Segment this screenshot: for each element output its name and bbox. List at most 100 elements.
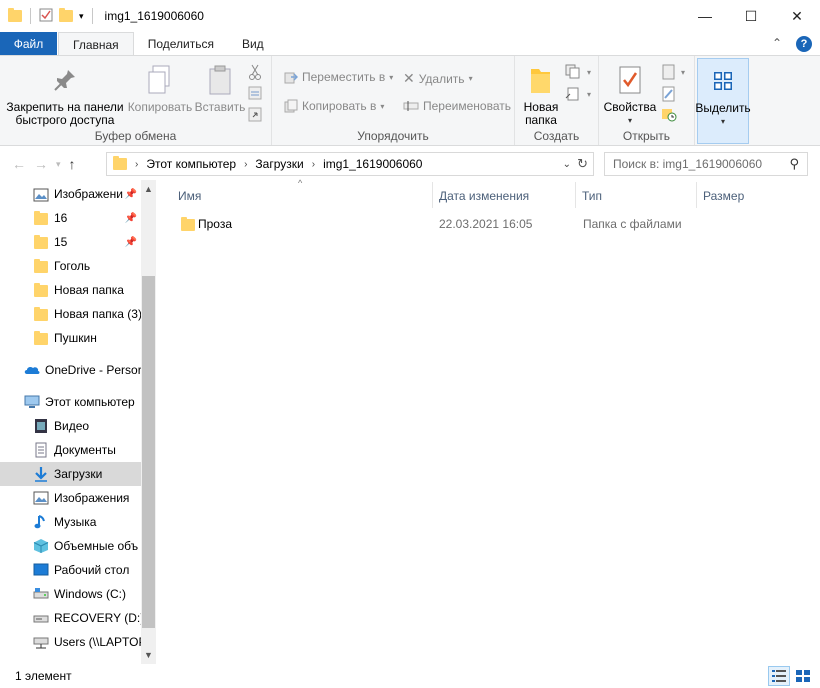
- nav-item-16[interactable]: 16 📌: [0, 206, 141, 230]
- dropdown-arrow-icon: ▾: [468, 74, 473, 83]
- nav-item-pictures[interactable]: Изображения: [0, 486, 141, 510]
- pinned-icon: 📌: [124, 188, 137, 200]
- folder-icon: [34, 235, 48, 249]
- nav-item-3d-objects[interactable]: Объемные объ: [0, 534, 141, 558]
- nav-item-onedrive[interactable]: OneDrive - Persor: [0, 358, 141, 382]
- paste-button[interactable]: Вставить: [194, 64, 246, 114]
- close-button[interactable]: ✕: [774, 0, 820, 32]
- folder-icon: [113, 156, 127, 170]
- nav-item-music[interactable]: Музыка: [0, 510, 141, 534]
- minimize-button[interactable]: —: [682, 0, 728, 32]
- nav-item-pictures-quick[interactable]: Изображени 📌: [0, 182, 141, 206]
- pin-to-quick-access-button[interactable]: Закрепить на панели быстрого доступа: [6, 64, 124, 127]
- copy-to-button[interactable]: Копировать в ▾: [284, 99, 384, 113]
- customize-quick-access-icon[interactable]: ▾: [79, 11, 84, 22]
- column-date[interactable]: Дата изменения: [427, 182, 570, 210]
- move-to-button[interactable]: Переместить в ▾: [284, 70, 393, 84]
- new-item-icon[interactable]: ▾: [565, 64, 591, 80]
- properties-button[interactable]: Свойства ▾: [603, 64, 657, 127]
- search-placeholder: Поиск в: img1_1619006060: [613, 157, 763, 171]
- folder-icon: [34, 283, 48, 297]
- collapse-ribbon-icon[interactable]: ⌃: [772, 36, 782, 52]
- edit-icon[interactable]: [661, 86, 677, 102]
- nav-item-label: Изображени: [54, 187, 123, 201]
- title-bar: ▾ img1_1619006060 — ☐ ✕: [0, 0, 820, 32]
- nav-item-label: Документы: [54, 443, 116, 457]
- nav-item-desktop[interactable]: Рабочий стол: [0, 558, 141, 582]
- select-group: Выделить ▾: [695, 56, 751, 145]
- forward-arrow-icon[interactable]: →: [34, 156, 48, 172]
- history-icon[interactable]: [661, 106, 677, 122]
- scroll-up-icon[interactable]: ▲: [141, 182, 156, 196]
- scroll-down-icon[interactable]: ▼: [141, 648, 156, 662]
- new-folder-button[interactable]: Новая папка: [521, 64, 561, 127]
- nav-item-pushkin[interactable]: Пушкин: [0, 326, 141, 350]
- breadcrumb-downloads[interactable]: Загрузки: [255, 157, 303, 171]
- tab-view[interactable]: Вид: [228, 32, 278, 56]
- copy-button[interactable]: Копировать: [126, 64, 194, 114]
- nav-item-new-folder[interactable]: Новая папка: [0, 278, 141, 302]
- 3d-objects-icon: [33, 539, 49, 553]
- nav-item-label: Новая папка (3): [54, 307, 141, 321]
- nav-item-this-pc[interactable]: Этот компьютер: [0, 390, 141, 414]
- nav-item-15[interactable]: 15 📌: [0, 230, 141, 254]
- nav-item-drive-d[interactable]: RECOVERY (D:): [0, 606, 141, 630]
- nav-item-video[interactable]: Видео: [0, 414, 141, 438]
- breadcrumb-current[interactable]: img1_1619006060: [323, 157, 422, 171]
- scroll-thumb[interactable]: [142, 276, 155, 628]
- move-to-label: Переместить в: [302, 70, 386, 84]
- tab-share[interactable]: Поделиться: [134, 32, 228, 56]
- tab-home[interactable]: Главная: [58, 32, 134, 56]
- nav-item-label: Новая папка: [54, 283, 124, 297]
- cut-icon[interactable]: [248, 64, 262, 80]
- search-input[interactable]: Поиск в: img1_1619006060 ⚲: [604, 152, 808, 176]
- new-folder-quick-icon[interactable]: [59, 8, 73, 22]
- address-bar[interactable]: › Этот компьютер › Загрузки › img1_16190…: [106, 152, 594, 176]
- recent-locations-icon[interactable]: ▾: [56, 159, 61, 170]
- chevron-right-icon[interactable]: ›: [312, 159, 315, 170]
- dropdown-arrow-icon: ▾: [587, 89, 592, 99]
- paste-icon: [204, 64, 236, 96]
- rename-button[interactable]: Переименовать: [403, 99, 511, 113]
- delete-button[interactable]: ✕ Удалить ▾: [403, 70, 473, 87]
- open-icon[interactable]: ▾: [661, 64, 685, 80]
- column-type[interactable]: Тип: [570, 182, 691, 210]
- paste-shortcut-icon[interactable]: [248, 106, 262, 122]
- nav-scrollbar[interactable]: ▲ ▼: [141, 180, 156, 664]
- easy-access-icon[interactable]: ▾: [565, 86, 591, 102]
- nav-item-documents[interactable]: Документы: [0, 438, 141, 462]
- refresh-icon[interactable]: ↻: [577, 156, 588, 172]
- table-row[interactable]: Проза 22.03.2021 16:05 Папка с файлами: [176, 213, 696, 235]
- back-arrow-icon[interactable]: ←: [12, 156, 26, 172]
- copy-icon: [144, 64, 176, 96]
- column-name[interactable]: Имя: [166, 182, 432, 210]
- nav-item-network-users[interactable]: Users (\\LAPTOP: [0, 630, 141, 654]
- nav-item-new-folder-3[interactable]: Новая папка (3): [0, 302, 141, 326]
- help-icon[interactable]: ?: [796, 36, 812, 52]
- large-icons-view-icon: [796, 670, 810, 682]
- nav-item-drive-c[interactable]: Windows (C:): [0, 582, 141, 606]
- nav-item-downloads[interactable]: Загрузки: [0, 462, 141, 486]
- file-name: Проза: [198, 217, 233, 231]
- chevron-right-icon[interactable]: ›: [135, 159, 138, 170]
- details-view-button[interactable]: [768, 666, 790, 686]
- column-size[interactable]: Размер: [691, 182, 791, 210]
- nav-item-label: RECOVERY (D:): [54, 611, 141, 625]
- paste-label: Вставить: [194, 100, 246, 114]
- copy-label: Копировать: [127, 100, 193, 114]
- chevron-right-icon[interactable]: ›: [244, 159, 247, 170]
- search-icon[interactable]: ⚲: [789, 156, 799, 172]
- pinned-icon: 📌: [124, 236, 137, 248]
- chevron-down-icon[interactable]: ⌄: [563, 159, 571, 170]
- up-arrow-icon[interactable]: ↑: [69, 156, 76, 172]
- large-icons-view-button[interactable]: [792, 666, 814, 686]
- tab-file[interactable]: Файл: [0, 32, 57, 56]
- nav-item-label: OneDrive - Persor: [45, 363, 141, 377]
- breadcrumb-this-pc[interactable]: Этот компьютер: [146, 157, 236, 171]
- copy-path-icon[interactable]: [248, 86, 262, 100]
- select-button[interactable]: Выделить ▾: [695, 58, 751, 144]
- open-group: Свойства ▾ ▾ Открыть: [599, 56, 695, 145]
- maximize-button[interactable]: ☐: [728, 0, 774, 32]
- properties-quick-icon[interactable]: [39, 8, 53, 25]
- nav-item-gogol[interactable]: Гоголь: [0, 254, 141, 278]
